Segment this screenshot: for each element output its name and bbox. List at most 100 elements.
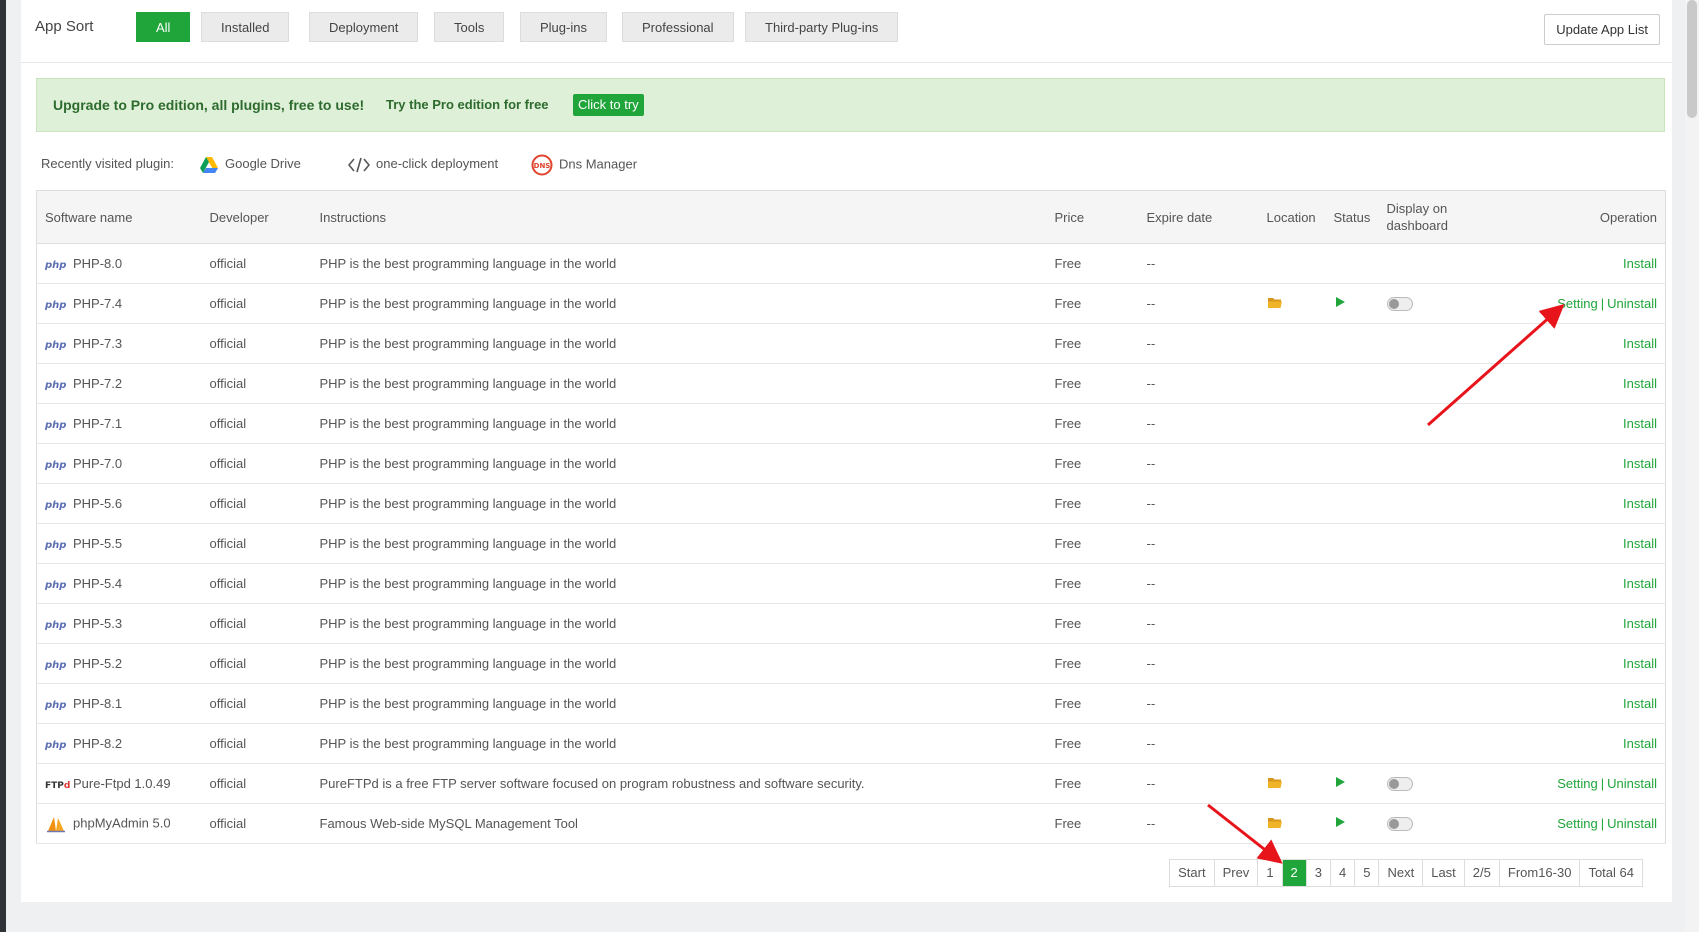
setting-link[interactable]: Setting: [1557, 296, 1597, 311]
cell-software-name: php PHP-8.0: [36, 243, 202, 284]
install-link[interactable]: Install: [1623, 456, 1657, 471]
software-name[interactable]: PHP-5.2: [73, 656, 122, 671]
dashboard-toggle[interactable]: [1386, 297, 1413, 312]
software-name[interactable]: Pure-Ftpd 1.0.49: [73, 776, 171, 791]
cell-status: [1325, 243, 1379, 284]
header-developer: Developer: [201, 190, 312, 244]
software-name[interactable]: phpMyAdmin 5.0: [73, 815, 171, 830]
page-5[interactable]: 5: [1354, 860, 1379, 886]
click-to-try-button[interactable]: Click to try: [573, 94, 644, 116]
install-link[interactable]: Install: [1623, 736, 1657, 751]
svg-text:DNS: DNS: [534, 162, 551, 170]
table-header-row: Software name Developer Instructions Pri…: [36, 190, 1666, 244]
recent-one-click-deployment[interactable]: one-click deployment: [347, 154, 498, 174]
page-2-current[interactable]: 2: [1281, 860, 1306, 886]
table-row: php PHP-7.1 official PHP is the best progra…: [36, 403, 1666, 444]
software-name[interactable]: PHP-8.1: [73, 696, 122, 711]
table-row: php PHP-7.0 official PHP is the best progra…: [36, 443, 1666, 484]
cell-status: [1325, 563, 1379, 604]
header-instructions: Instructions: [311, 190, 1047, 244]
update-app-list-button[interactable]: Update App List: [1544, 14, 1660, 45]
php-icon: php: [45, 420, 67, 431]
software-name[interactable]: PHP-8.0: [73, 256, 122, 271]
software-name[interactable]: PHP-7.4: [73, 296, 122, 311]
cell-developer: official: [201, 243, 312, 284]
folder-icon[interactable]: [1267, 296, 1283, 309]
software-name[interactable]: PHP-7.3: [73, 336, 122, 351]
uninstall-link[interactable]: Uninstall: [1607, 296, 1657, 311]
install-link[interactable]: Install: [1623, 336, 1657, 351]
software-name[interactable]: PHP-5.3: [73, 616, 122, 631]
cell-dashboard: [1378, 763, 1479, 804]
header-price[interactable]: Price: [1046, 190, 1139, 244]
install-link[interactable]: Install: [1623, 496, 1657, 511]
cell-dashboard: [1378, 643, 1479, 684]
page-last[interactable]: Last: [1422, 860, 1464, 886]
cell-expire-date: --: [1138, 283, 1259, 324]
cell-status: [1325, 683, 1379, 724]
phpmyadmin-icon: [47, 816, 65, 832]
scrollbar-thumb[interactable]: [1687, 0, 1697, 118]
sort-tab-all[interactable]: All: [136, 12, 191, 42]
cell-operation: Setting | Uninstall: [1478, 763, 1666, 804]
play-icon[interactable]: [1334, 296, 1346, 308]
header-expire-date[interactable]: Expire date: [1138, 190, 1259, 244]
cell-expire-date: --: [1138, 523, 1259, 564]
page-3[interactable]: 3: [1305, 860, 1331, 886]
page-start[interactable]: Start: [1170, 860, 1214, 886]
setting-link[interactable]: Setting: [1557, 816, 1597, 831]
cell-operation: Install: [1478, 603, 1666, 644]
dashboard-toggle[interactable]: [1386, 777, 1413, 792]
cell-operation: Install: [1478, 643, 1666, 684]
cell-instructions: Famous Web-side MySQL Management Tool: [311, 803, 1047, 844]
page-4[interactable]: 4: [1330, 860, 1355, 886]
sort-tab-third-party[interactable]: Third-party Plug-ins: [745, 12, 899, 42]
folder-icon[interactable]: [1267, 776, 1283, 789]
cell-operation: Install: [1478, 483, 1666, 524]
software-name[interactable]: PHP-7.2: [73, 376, 122, 391]
install-link[interactable]: Install: [1623, 616, 1657, 631]
play-icon[interactable]: [1334, 776, 1346, 788]
header-software-name[interactable]: Software name: [36, 190, 202, 244]
recent-dns-manager[interactable]: DNS Dns Manager: [531, 154, 637, 176]
install-link[interactable]: Install: [1623, 656, 1657, 671]
dashboard-toggle[interactable]: [1386, 817, 1413, 832]
software-name[interactable]: PHP-5.5: [73, 536, 122, 551]
table-row: FTPd Pure-Ftpd 1.0.49 official PureFTPd is …: [36, 763, 1666, 804]
sort-tab-deployment[interactable]: Deployment: [309, 12, 419, 42]
cell-instructions: PHP is the best programming language in …: [311, 283, 1047, 324]
sort-tab-plugins[interactable]: Plug-ins: [520, 12, 607, 42]
software-name[interactable]: PHP-8.2: [73, 736, 122, 751]
install-link[interactable]: Install: [1623, 576, 1657, 591]
cell-developer: official: [201, 443, 312, 484]
setting-link[interactable]: Setting: [1557, 776, 1597, 791]
uninstall-link[interactable]: Uninstall: [1607, 816, 1657, 831]
play-icon[interactable]: [1334, 816, 1346, 828]
software-name[interactable]: PHP-7.0: [73, 456, 122, 471]
cell-location: [1258, 443, 1326, 484]
recent-google-drive[interactable]: Google Drive: [199, 154, 301, 174]
page-next[interactable]: Next: [1378, 860, 1423, 886]
page-prev[interactable]: Prev: [1213, 860, 1258, 886]
separator: |: [1600, 776, 1605, 791]
install-link[interactable]: Install: [1623, 536, 1657, 551]
software-name[interactable]: PHP-7.1: [73, 416, 122, 431]
cell-software-name: php PHP-7.4: [36, 283, 202, 324]
vertical-scrollbar[interactable]: [1685, 0, 1699, 932]
php-icon: php: [45, 540, 67, 551]
install-link[interactable]: Install: [1623, 376, 1657, 391]
sort-tab-tools[interactable]: Tools: [434, 12, 505, 42]
folder-icon[interactable]: [1267, 816, 1283, 829]
sort-tab-installed[interactable]: Installed: [201, 12, 290, 42]
cell-developer: official: [201, 523, 312, 564]
sort-tab-professional[interactable]: Professional: [622, 12, 734, 42]
page-1[interactable]: 1: [1257, 860, 1282, 886]
software-name[interactable]: PHP-5.6: [73, 496, 122, 511]
pagination: Start Prev 1 2 3 4 5 Next Last 2/5 From1…: [1169, 859, 1643, 887]
uninstall-link[interactable]: Uninstall: [1607, 776, 1657, 791]
software-name[interactable]: PHP-5.4: [73, 576, 122, 591]
cell-software-name: php PHP-8.2: [36, 723, 202, 764]
install-link[interactable]: Install: [1623, 416, 1657, 431]
install-link[interactable]: Install: [1623, 256, 1657, 271]
install-link[interactable]: Install: [1623, 696, 1657, 711]
